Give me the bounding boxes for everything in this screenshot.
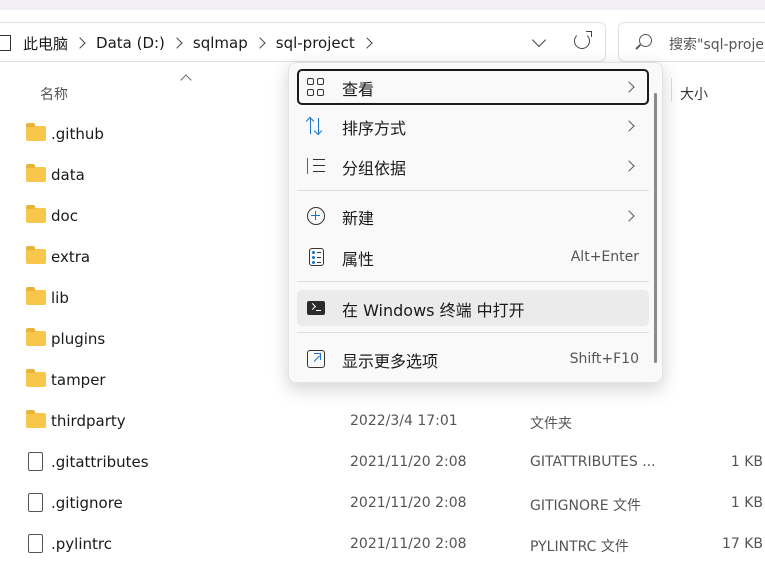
column-divider[interactable]: [671, 78, 672, 102]
sort-ascending-icon: [180, 74, 192, 86]
folder-icon: [26, 164, 46, 182]
file-size: 1 KB: [730, 454, 763, 470]
folder-icon: [26, 287, 46, 305]
menu-item-label: 属性: [342, 250, 375, 269]
shortcut-text: Shift+F10: [569, 351, 639, 367]
menu-item-open-in-terminal[interactable]: 在 Windows 终端 中打开: [297, 290, 649, 326]
chevron-right-icon: [623, 120, 635, 132]
search-input[interactable]: 搜索"sql-proje: [618, 22, 765, 62]
menu-item-label: 新建: [342, 209, 375, 228]
sort-icon: [305, 116, 325, 136]
chevron-down-icon[interactable]: [531, 32, 547, 48]
menu-item-label: 查看: [342, 80, 375, 99]
properties-icon: [309, 248, 324, 266]
file-type: 文件夹: [530, 416, 572, 432]
list-item[interactable]: .pylintrc 2021/11/20 2:08 PYLINTRC 文件 17…: [0, 524, 765, 565]
folder-outline-icon: [0, 35, 11, 51]
breadcrumb-item[interactable]: Data (D:): [96, 34, 165, 52]
folder-icon: [26, 246, 46, 264]
folder-icon: [26, 369, 46, 387]
list-item[interactable]: .gitignore 2021/11/20 2:08 GITIGNORE 文件 …: [0, 483, 765, 524]
file-icon: [28, 493, 43, 512]
folder-icon: [26, 205, 46, 223]
file-name: .github: [51, 125, 104, 143]
file-size: 1 KB: [730, 495, 763, 511]
file-name: data: [51, 166, 85, 184]
menu-item-label: 排序方式: [342, 119, 407, 138]
file-name: tamper: [51, 371, 106, 389]
grid-view-icon: [307, 78, 325, 96]
menu-divider: [297, 190, 649, 191]
chevron-right-icon: [623, 210, 635, 222]
shortcut-text: Alt+Enter: [570, 249, 639, 265]
chevron-right-icon[interactable]: [171, 37, 183, 49]
column-header-size[interactable]: 大小: [680, 84, 708, 104]
file-name: .gitignore: [51, 494, 123, 512]
add-circle-icon: [307, 207, 325, 225]
breadcrumb: 此电脑 Data (D:) sqlmap sql-project: [0, 23, 377, 63]
menu-item-new[interactable]: 新建: [297, 198, 649, 234]
file-type: GITATTRIBUTES ...: [530, 454, 656, 470]
file-icon: [28, 452, 43, 471]
menu-item-label: 在 Windows 终端 中打开: [342, 301, 525, 320]
menu-item-view[interactable]: 查看: [297, 69, 649, 105]
file-name: lib: [51, 289, 69, 307]
file-name: extra: [51, 248, 91, 266]
context-menu: 查看 排序方式 分组依据 新建 属性 Alt+Enter 在 Windows 终…: [288, 62, 663, 383]
refresh-icon[interactable]: [574, 31, 592, 49]
folder-icon: [26, 123, 46, 141]
window-top-strip: [0, 0, 765, 10]
menu-item-properties[interactable]: 属性 Alt+Enter: [297, 239, 649, 275]
chevron-right-icon[interactable]: [254, 37, 266, 49]
file-type: PYLINTRC 文件: [530, 539, 629, 555]
file-name: .gitattributes: [51, 453, 149, 471]
menu-divider: [297, 281, 649, 282]
terminal-icon: [307, 301, 325, 315]
menu-divider: [297, 332, 649, 333]
breadcrumb-item[interactable]: sqlmap: [193, 34, 248, 52]
file-name: .pylintrc: [51, 535, 112, 553]
file-date: 2021/11/20 2:08: [350, 454, 467, 470]
breadcrumb-item[interactable]: 此电脑: [23, 33, 68, 54]
list-item[interactable]: thirdparty 2022/3/4 17:01 文件夹: [0, 401, 765, 442]
chevron-right-icon[interactable]: [74, 37, 86, 49]
folder-icon: [26, 410, 46, 428]
menu-item-label: 分组依据: [342, 159, 407, 178]
file-name: doc: [51, 207, 78, 225]
address-bar[interactable]: 此电脑 Data (D:) sqlmap sql-project: [0, 22, 606, 62]
file-type: GITIGNORE 文件: [530, 498, 642, 514]
chevron-right-icon[interactable]: [361, 37, 373, 49]
file-date: 2021/11/20 2:08: [350, 536, 467, 552]
menu-scrollbar[interactable]: [654, 93, 657, 363]
chevron-right-icon: [623, 81, 635, 93]
list-item[interactable]: .gitattributes 2021/11/20 2:08 GITATTRIB…: [0, 442, 765, 483]
search-icon: [639, 34, 652, 47]
file-date: 2022/3/4 17:01: [350, 413, 458, 429]
menu-item-sort-by[interactable]: 排序方式: [297, 108, 649, 144]
file-icon: [28, 534, 43, 553]
menu-item-group-by[interactable]: 分组依据: [297, 148, 649, 184]
open-external-icon: [307, 350, 325, 368]
folder-icon: [26, 328, 46, 346]
group-by-icon: [307, 157, 325, 175]
breadcrumb-item[interactable]: sql-project: [276, 34, 355, 52]
menu-item-label: 显示更多选项: [342, 352, 439, 371]
chevron-right-icon: [623, 160, 635, 172]
file-size: 17 KB: [721, 536, 763, 552]
file-name: thirdparty: [51, 412, 126, 430]
column-header-name[interactable]: 名称: [40, 84, 68, 104]
search-placeholder: 搜索"sql-proje: [669, 37, 764, 53]
menu-item-show-more-options[interactable]: 显示更多选项 Shift+F10: [297, 341, 649, 377]
file-date: 2021/11/20 2:08: [350, 495, 467, 511]
file-name: plugins: [51, 330, 106, 348]
